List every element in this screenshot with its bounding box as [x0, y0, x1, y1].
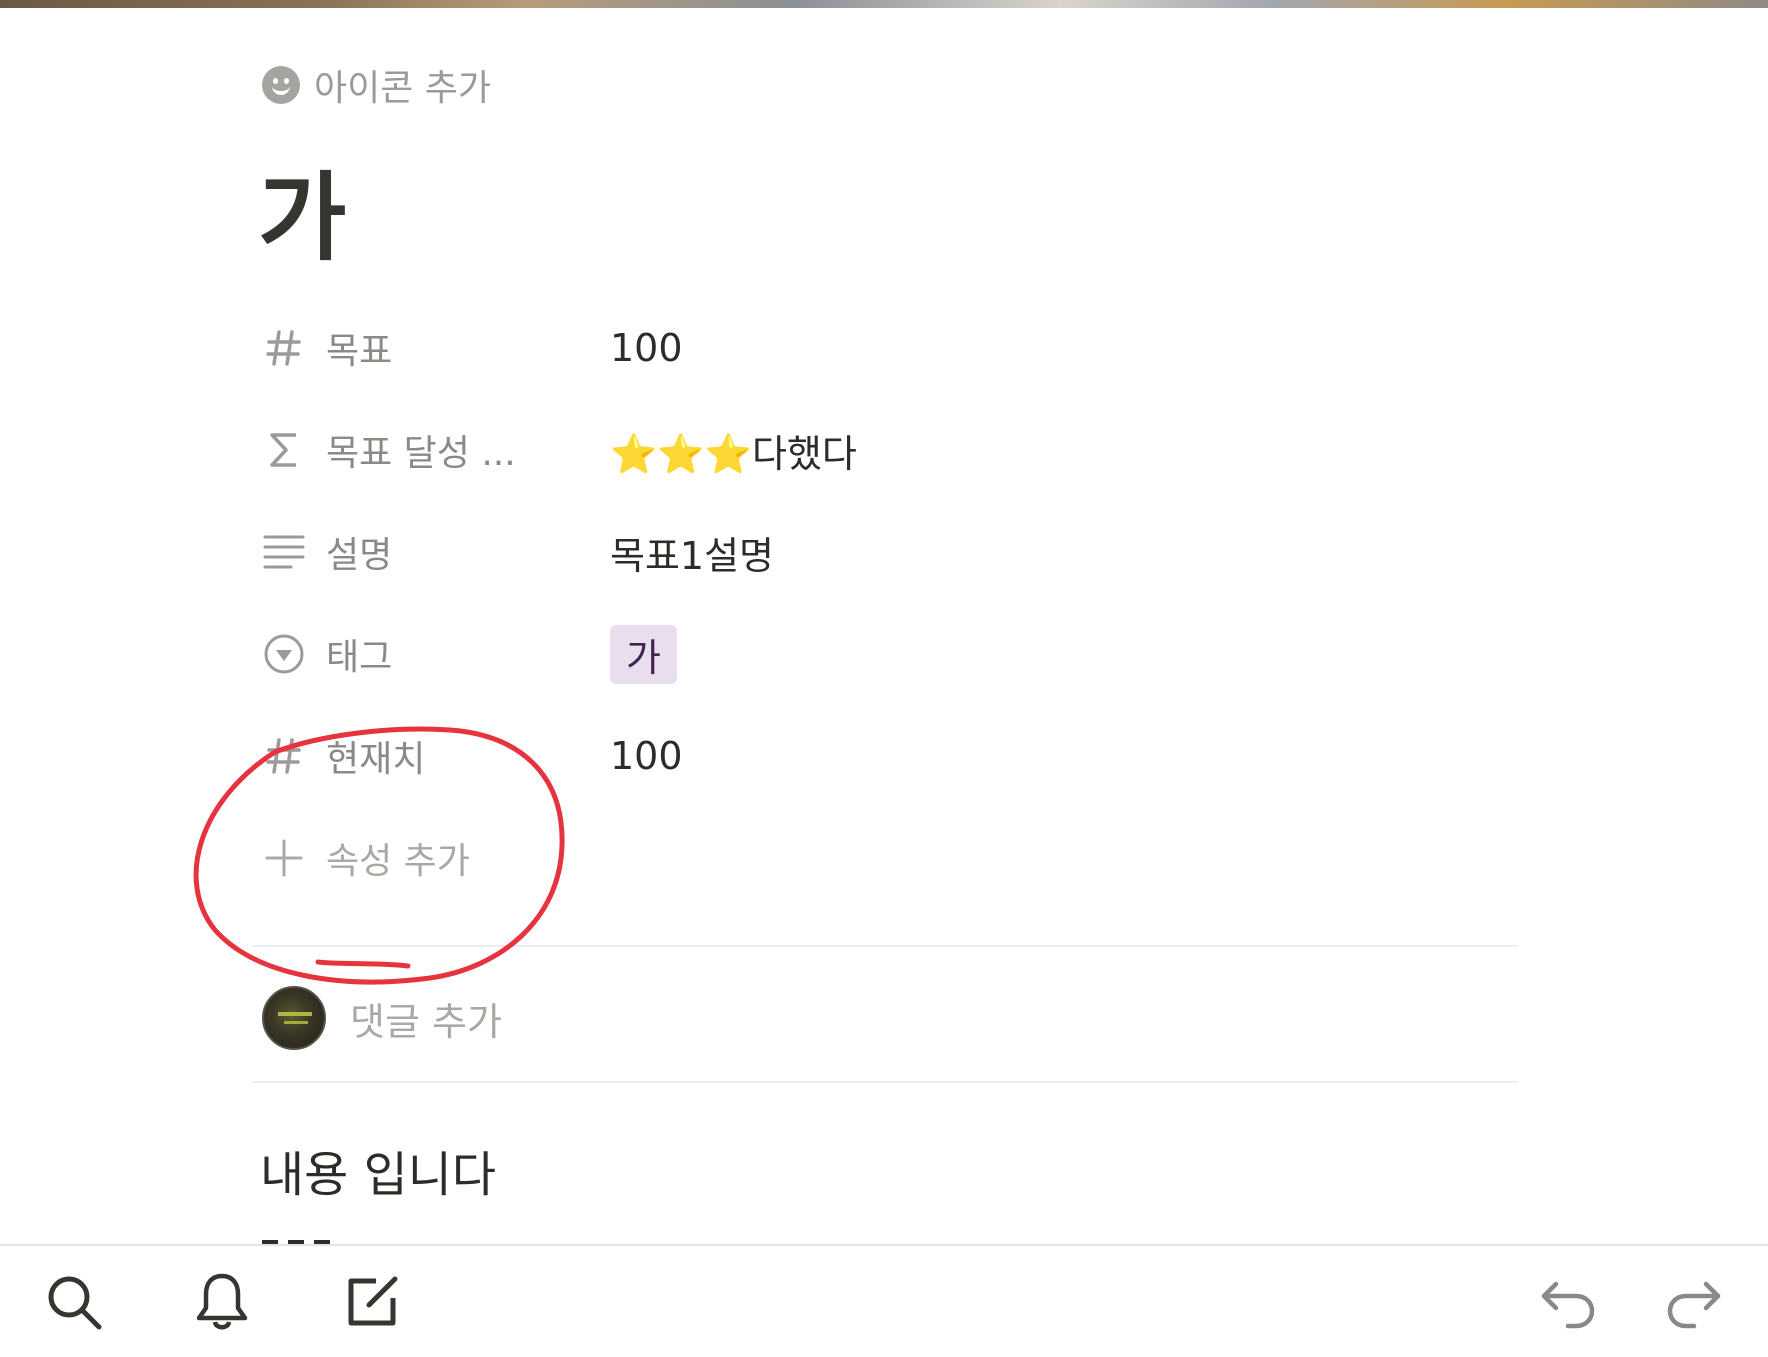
compose-icon[interactable] — [338, 1268, 406, 1336]
hash-icon — [262, 734, 306, 778]
add-icon-button[interactable]: 아이콘 추가 — [262, 60, 491, 110]
property-label: 설명 — [326, 535, 393, 576]
add-property-label: 속성 추가 — [326, 841, 470, 882]
content-text-cut-off — [262, 1236, 342, 1244]
search-icon[interactable] — [40, 1268, 108, 1336]
plus-icon — [262, 836, 306, 880]
divider — [252, 1081, 1518, 1083]
add-icon-label: 아이콘 추가 — [314, 68, 492, 109]
text-lines-icon — [262, 530, 306, 574]
content-text[interactable]: 내용 입니다 — [260, 1135, 496, 1205]
redo-icon[interactable] — [1660, 1268, 1728, 1336]
property-value[interactable]: 100 — [610, 326, 683, 370]
select-circle-icon — [262, 632, 306, 676]
property-value: 가 — [610, 624, 677, 684]
property-label: 목표 — [326, 331, 393, 372]
property-row-goal[interactable]: 목표 100 — [262, 313, 1522, 383]
property-value[interactable]: 목표1설명 — [610, 525, 774, 580]
add-property-button[interactable]: 속성 추가 — [262, 823, 1522, 893]
add-comment-placeholder[interactable]: 댓글 추가 — [350, 991, 502, 1046]
property-label: 현재치 — [326, 739, 426, 780]
property-label: 태그 — [326, 637, 393, 678]
property-name: 설명 — [262, 526, 610, 578]
hash-icon — [262, 326, 306, 370]
property-label: 목표 달성 ... — [326, 433, 516, 474]
avatar — [262, 986, 326, 1050]
bell-icon[interactable] — [188, 1268, 256, 1336]
add-comment-row[interactable]: 댓글 추가 — [262, 985, 502, 1051]
undo-icon[interactable] — [1534, 1268, 1602, 1336]
sigma-icon — [262, 428, 306, 472]
property-value[interactable]: ⭐⭐⭐다했다 — [610, 423, 857, 478]
divider — [252, 945, 1518, 947]
add-property-content: 속성 추가 — [262, 832, 610, 884]
property-row-description[interactable]: 설명 목표1설명 — [262, 517, 1522, 587]
page-title[interactable]: 가 — [258, 140, 346, 279]
property-row-tag[interactable]: 태그 가 — [262, 619, 1522, 689]
tag-chip[interactable]: 가 — [610, 624, 677, 684]
notion-page: 아이콘 추가 가 목표 100 목표 달성 ... ⭐⭐⭐다했다 설명 목표1설… — [0, 0, 1768, 1357]
property-row-current[interactable]: 현재치 100 — [262, 721, 1522, 791]
property-row-achievement[interactable]: 목표 달성 ... ⭐⭐⭐다했다 — [262, 415, 1522, 485]
property-name: 현재치 — [262, 730, 610, 782]
smile-icon — [262, 66, 300, 104]
property-name: 목표 — [262, 322, 610, 374]
property-value[interactable]: 100 — [610, 734, 683, 778]
property-name: 태그 — [262, 628, 610, 680]
page-cover-image[interactable] — [0, 0, 1768, 8]
property-name: 목표 달성 ... — [262, 424, 610, 476]
bottom-toolbar — [0, 1244, 1768, 1357]
